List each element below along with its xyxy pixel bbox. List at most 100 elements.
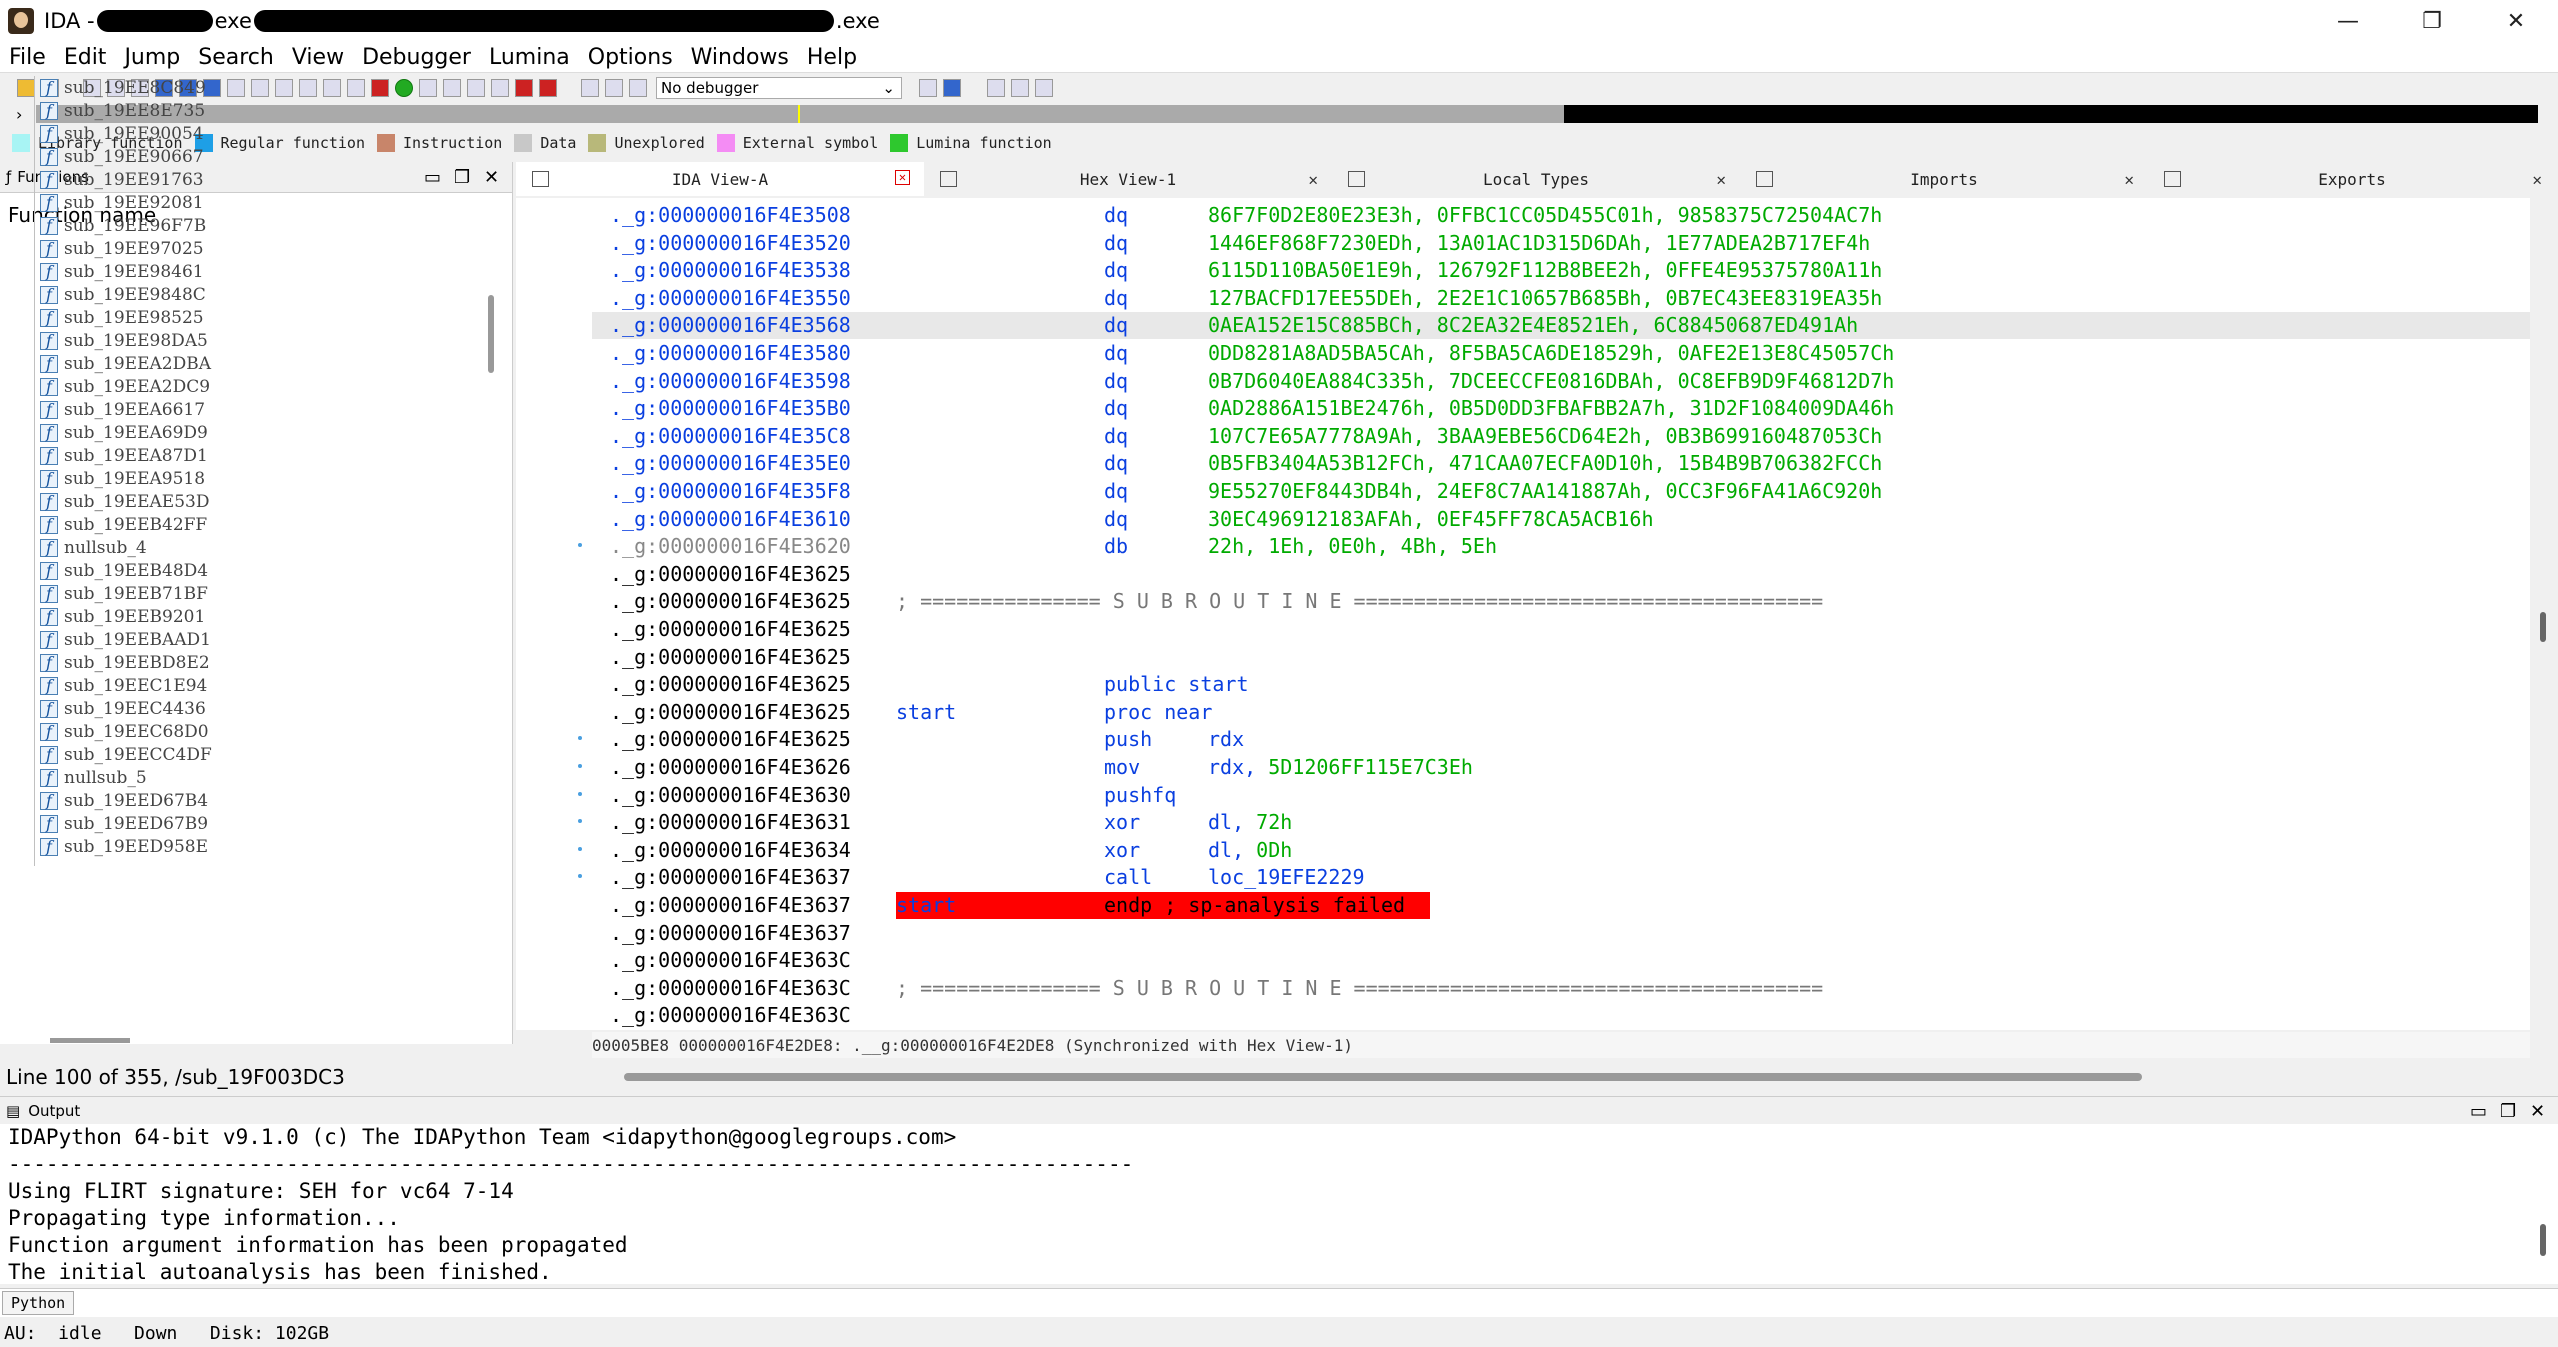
functions-horizontal-scrollbar[interactable]: [50, 1038, 130, 1043]
outline-icon[interactable]: [1011, 79, 1029, 97]
tab-hex-view-1[interactable]: Hex View-1 ✕: [924, 162, 1332, 196]
disassembly-line[interactable]: ._g:000000016F4E3630 pushfq: [592, 782, 2530, 809]
menu-edit[interactable]: Edit: [55, 45, 116, 70]
output-vertical-scrollbar[interactable]: [2540, 1224, 2546, 1256]
disassembly-line[interactable]: ._g:000000016F4E3568 dq 0AEA152E15C885BCh,…: [592, 312, 2530, 339]
function-list-item[interactable]: f sub_19EE90054: [40, 122, 480, 145]
tab-imports[interactable]: Imports ✕: [1740, 162, 2148, 196]
operands[interactable]: loc_19EFE2229: [1208, 864, 1365, 891]
play-icon[interactable]: [581, 79, 599, 97]
function-list-item[interactable]: f sub_19EE98525: [40, 306, 480, 329]
operands[interactable]: 6115D110BA50E1E9h, 126792F112B8BEE2h, 0F…: [1208, 257, 1882, 284]
disassembly-line[interactable]: ._g:000000016F4E3625 start proc near: [592, 699, 2530, 726]
operands[interactable]: 0B7D6040EA884C335h, 7DCEECCFE0816DBAh, 0…: [1208, 368, 1894, 395]
menu-windows[interactable]: Windows: [682, 45, 798, 70]
function-list-item[interactable]: f sub_19EEA2DBA: [40, 352, 480, 375]
disassembly-line[interactable]: ._g:000000016F4E3625 public start: [592, 671, 2530, 698]
terminate-icon[interactable]: [629, 79, 647, 97]
function-list-item[interactable]: f sub_19EE98DA5: [40, 329, 480, 352]
code-label[interactable]: start: [896, 892, 956, 919]
disassembly-line[interactable]: ._g:000000016F4E3625: [592, 616, 2530, 643]
disassembly-line[interactable]: ._g:000000016F4E3580 dq 0DD8281A8AD5BA5CAh…: [592, 340, 2530, 367]
operands[interactable]: 86F7F0D2E80E23E3h, 0FFBC1CC05D455C01h, 9…: [1208, 202, 1882, 229]
disassembly-line[interactable]: ._g:000000016F4E363C: [592, 1002, 2530, 1029]
function-list-item[interactable]: f sub_19EEB42FF: [40, 513, 480, 536]
code-label[interactable]: start: [896, 699, 956, 726]
function-list-item[interactable]: f sub_19EEA2DC9: [40, 375, 480, 398]
function-list-item[interactable]: f sub_19EEB9201: [40, 605, 480, 628]
disassembly-line[interactable]: ._g:000000016F4E3625: [592, 561, 2530, 588]
function-list-item[interactable]: f sub_19EEB48D4: [40, 559, 480, 582]
function-list-item[interactable]: f sub_19EEAE53D: [40, 490, 480, 513]
stop-icon[interactable]: [515, 79, 533, 97]
functions-vertical-scrollbar[interactable]: [488, 295, 494, 373]
menu-options[interactable]: Options: [579, 45, 682, 70]
menu-jump[interactable]: Jump: [115, 45, 189, 70]
disassembly-line[interactable]: ._g:000000016F4E35E0 dq 0B5FB3404A53B12FCh…: [592, 450, 2530, 477]
tab-local-types[interactable]: Local Types ✕: [1332, 162, 1740, 196]
disassembly-line[interactable]: ._g:000000016F4E3625: [592, 644, 2530, 671]
operands[interactable]: dl, 0Dh: [1208, 837, 1292, 864]
operands[interactable]: rdx, 5D1206FF115E7C3Eh: [1208, 754, 1473, 781]
maximize-pane-icon[interactable]: ▭: [2470, 1101, 2487, 1122]
maximize-button[interactable]: ❐: [2390, 0, 2474, 42]
disassembly-line[interactable]: ._g:000000016F4E3598 dq 0B7D6040EA884C335h…: [592, 368, 2530, 395]
function-list-item[interactable]: f sub_19EE8E735: [40, 99, 480, 122]
disassembly-line[interactable]: ._g:000000016F4E3634 xor dl, 0Dh: [592, 837, 2530, 864]
close-tab-icon[interactable]: ✕: [895, 170, 910, 185]
disassembly-line[interactable]: ._g:000000016F4E363C ; =============== S …: [592, 975, 2530, 1002]
disassembly-line[interactable]: ._g:000000016F4E3637 start endp ; sp-analy…: [592, 892, 2530, 919]
operands[interactable]: dl, 72h: [1208, 809, 1292, 836]
close-tab-icon[interactable]: ✕: [1716, 170, 1726, 189]
indent-icon[interactable]: [1035, 79, 1053, 97]
function-list-item[interactable]: f sub_19EE9848C: [40, 283, 480, 306]
function-list-item[interactable]: f sub_19EEA9518: [40, 467, 480, 490]
function-icon[interactable]: [491, 79, 509, 97]
operands[interactable]: 9E55270EF8443DB4h, 24EF8C7AA141887Ah, 0C…: [1208, 478, 1882, 505]
function-list-item[interactable]: f sub_19EE91763: [40, 168, 480, 191]
function-list-item[interactable]: f sub_19EEBD8E2: [40, 651, 480, 674]
function-list-item[interactable]: f nullsub_4: [40, 536, 480, 559]
function-list-item[interactable]: f sub_19EE8C849: [40, 76, 480, 99]
function-list-item[interactable]: f sub_19EEA69D9: [40, 421, 480, 444]
function-list-item[interactable]: f sub_19EEA6617: [40, 398, 480, 421]
close-tab-icon[interactable]: ✕: [1308, 170, 1318, 189]
disassembly-vertical-scrollbar[interactable]: [2540, 612, 2546, 642]
function-list-item[interactable]: f sub_19EE98461: [40, 260, 480, 283]
menu-debugger[interactable]: Debugger: [353, 45, 480, 70]
operands[interactable]: 107C7E65A7778A9Ah, 3BAA9EBE56CD64E2h, 0B…: [1208, 423, 1882, 450]
disassembly-line[interactable]: ._g:000000016F4E35B0 dq 0AD2886A151BE2476h…: [592, 395, 2530, 422]
function-list-item[interactable]: f sub_19EED67B9: [40, 812, 480, 835]
function-list-item[interactable]: f sub_19EEC4436: [40, 697, 480, 720]
operands[interactable]: 127BACFD17EE55DEh, 2E2E1C10657B685Bh, 0B…: [1208, 285, 1882, 312]
operands[interactable]: 0B5FB3404A53B12FCh, 471CAA07ECFA0D10h, 1…: [1208, 450, 1882, 477]
function-list-item[interactable]: f sub_19EE90667: [40, 145, 480, 168]
disassembly-line[interactable]: ._g:000000016F4E3626 mov rdx, 5D1206FF115E…: [592, 754, 2530, 781]
disassembly-line[interactable]: ._g:000000016F4E3550 dq 127BACFD17EE55DEh,…: [592, 285, 2530, 312]
disassembly-line[interactable]: ._g:000000016F4E35C8 dq 107C7E65A7778A9Ah,…: [592, 423, 2530, 450]
disassembly-line[interactable]: ._g:000000016F4E3625 push rdx: [592, 726, 2530, 753]
menu-search[interactable]: Search: [189, 45, 283, 70]
close-pane-icon[interactable]: ✕: [484, 167, 499, 188]
disassembly-line[interactable]: ._g:000000016F4E3625 ; =============== S …: [592, 588, 2530, 615]
attach-icon[interactable]: [919, 79, 937, 97]
disassembly-line[interactable]: ._g:000000016F4E3637: [592, 920, 2530, 947]
menu-view[interactable]: View: [283, 45, 353, 70]
sync-icon[interactable]: [943, 79, 961, 97]
open-icon[interactable]: [17, 79, 35, 97]
python-language-button[interactable]: Python: [2, 1291, 75, 1315]
operands[interactable]: 0DD8281A8AD5BA5CAh, 8F5BA5CA6DE18529h, 0…: [1208, 340, 1894, 367]
operands[interactable]: 0AD2886A151BE2476h, 0B5D0DD3FBAFBB2A7h, …: [1208, 395, 1894, 422]
disassembly-horizontal-scrollbar[interactable]: [624, 1073, 2142, 1081]
disassembly-line[interactable]: ._g:000000016F4E3538 dq 6115D110BA50E1E9h,…: [592, 257, 2530, 284]
float-pane-icon[interactable]: ❐: [2500, 1101, 2516, 1122]
output-console[interactable]: IDAPython 64-bit v9.1.0 (c) The IDAPytho…: [0, 1124, 2558, 1284]
function-list-item[interactable]: f sub_19EECC4DF: [40, 743, 480, 766]
disassembly-line[interactable]: ._g:000000016F4E363C: [592, 947, 2530, 974]
operands[interactable]: 0AEA152E15C885BCh, 8C2EA32E4E8521Eh, 6C8…: [1208, 312, 1858, 339]
disassembly-line[interactable]: ._g:000000016F4E3508 dq 86F7F0D2E80E23E3h,…: [592, 202, 2530, 229]
function-list-item[interactable]: f sub_19EED958E: [40, 835, 480, 858]
disassembly-line[interactable]: ._g:000000016F4E3620 db 22h, 1Eh, 0E0h, 4B…: [592, 533, 2530, 560]
close-button[interactable]: ✕: [2474, 0, 2558, 42]
layout-icon[interactable]: [987, 79, 1005, 97]
